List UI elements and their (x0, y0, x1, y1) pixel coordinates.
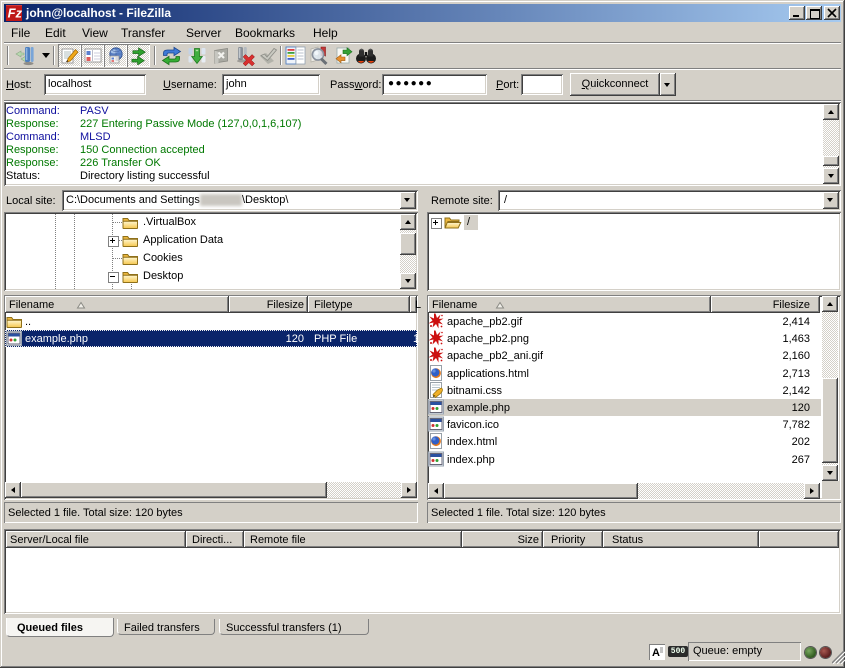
svg-text:Fz: Fz (8, 6, 22, 21)
svg-text:A: A (652, 647, 660, 659)
